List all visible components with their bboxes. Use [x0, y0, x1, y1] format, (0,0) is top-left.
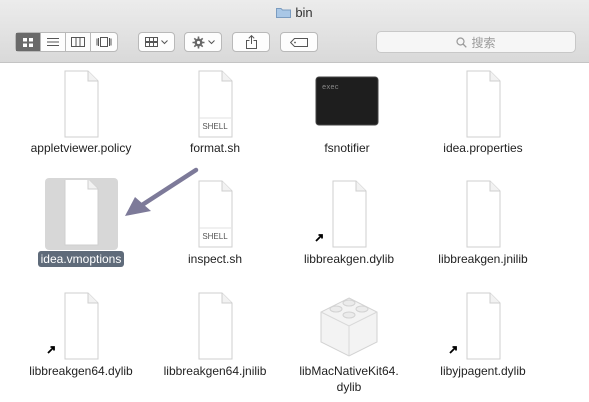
annotation-arrow-icon [125, 167, 199, 216]
